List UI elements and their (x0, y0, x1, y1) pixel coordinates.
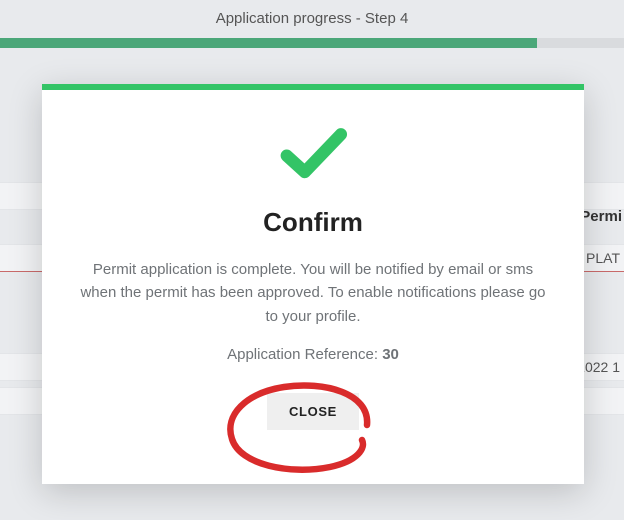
progress-bar (0, 38, 624, 48)
reference-number: 30 (382, 346, 399, 363)
progress-fill (0, 38, 537, 48)
page-title: Application progress - Step 4 (0, 0, 624, 38)
modal-title: Confirm (72, 207, 554, 238)
table-header-permit: Permi (580, 208, 624, 225)
reference-label: Application Reference: (227, 346, 382, 363)
confirm-modal: Confirm Permit application is complete. … (42, 84, 584, 484)
close-button[interactable]: CLOSE (267, 393, 359, 430)
modal-body-text: Permit application is complete. You will… (80, 258, 546, 328)
check-icon (72, 120, 554, 193)
application-reference: Application Reference: 30 (72, 346, 554, 363)
